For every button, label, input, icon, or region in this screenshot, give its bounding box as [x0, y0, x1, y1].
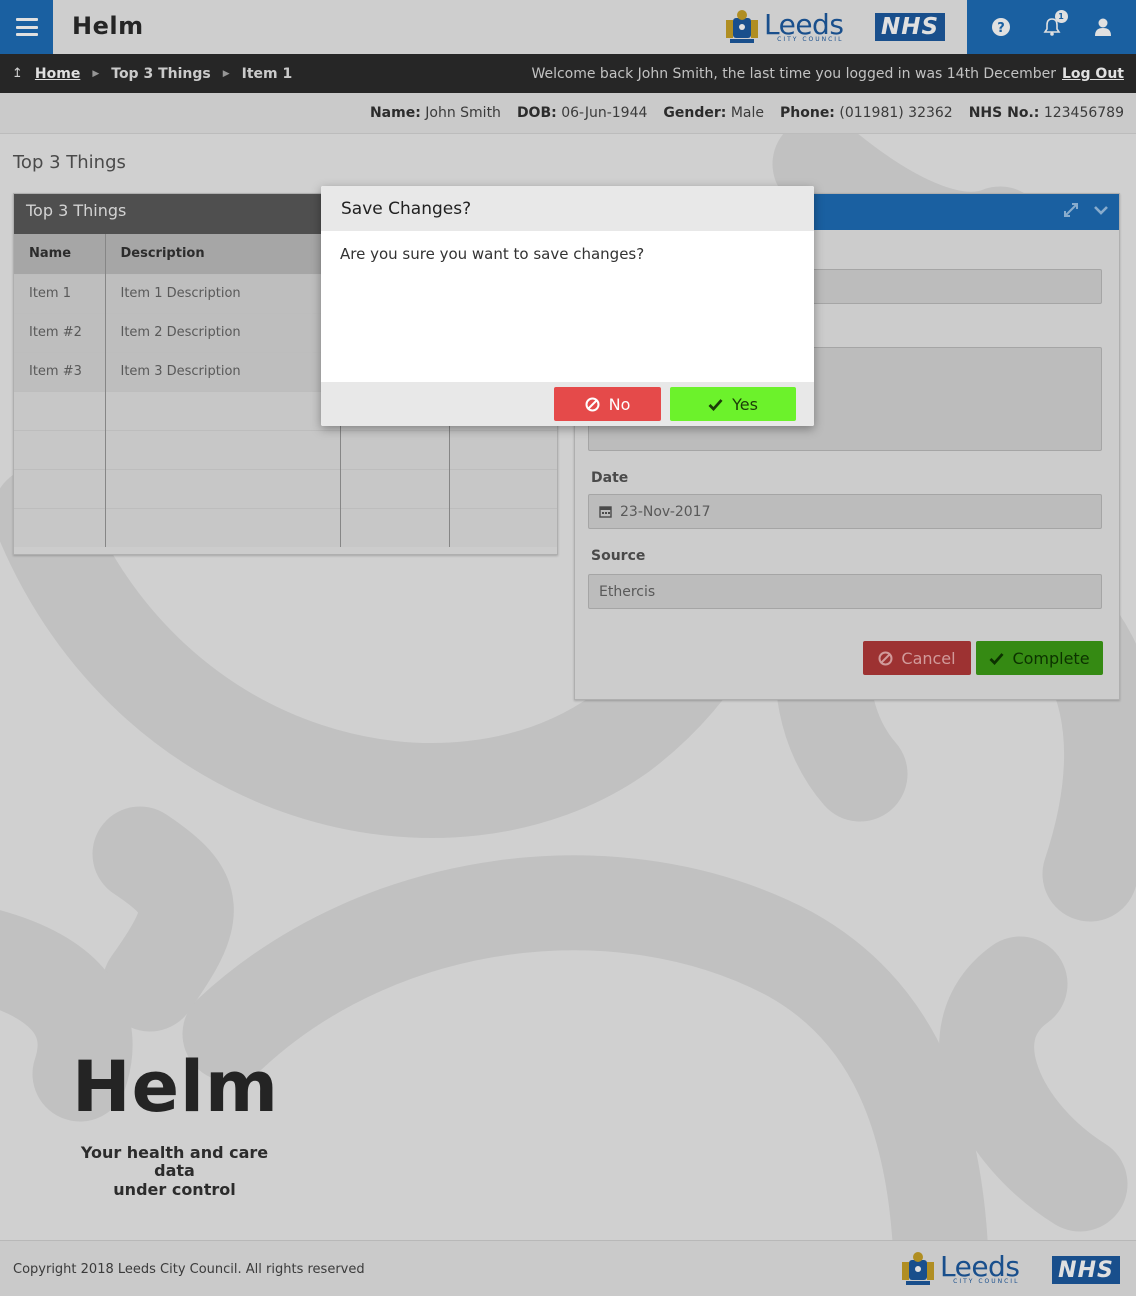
yes-label: Yes	[732, 394, 758, 414]
dialog-message: Are you sure you want to save changes?	[340, 245, 645, 263]
check-icon	[708, 398, 723, 411]
ban-icon	[585, 397, 600, 411]
dialog-footer: No Yes	[321, 382, 814, 426]
dialog-title: Save Changes?	[321, 186, 814, 231]
no-button[interactable]: No	[554, 387, 661, 421]
yes-button[interactable]: Yes	[670, 387, 796, 421]
no-label: No	[608, 394, 631, 414]
save-changes-dialog: Save Changes? Are you sure you want to s…	[321, 186, 814, 426]
